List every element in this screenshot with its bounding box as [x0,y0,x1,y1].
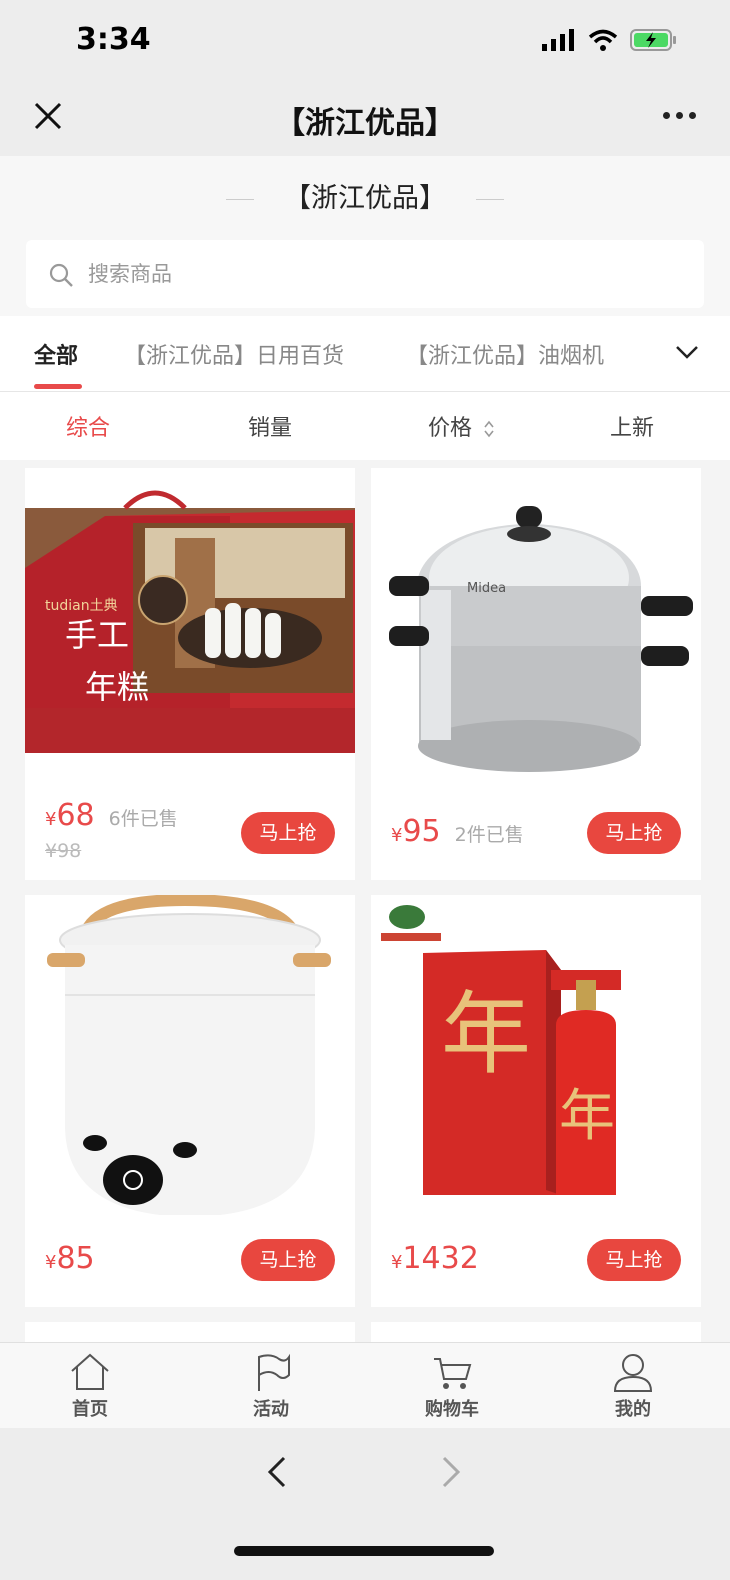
user-icon [613,1354,653,1392]
product-image-steamer[interactable]: Midea [371,468,701,788]
svg-text:手工: 手工 [65,616,129,654]
price-row: ¥95 2件已售 [391,814,524,849]
product-card[interactable]: tudian土典 手工 年糕 ¥68 6件已售 ¥98 马上抢 [25,468,355,880]
sold-count: 6件已售 [108,808,178,830]
buy-now-button[interactable]: 马上抢 [587,812,681,854]
svg-text:tudian土典: tudian土典 [45,598,118,614]
status-time: 3:34 [76,22,151,57]
sort-sales[interactable]: 销量 [248,410,292,442]
tab-label: 我的 [615,1399,651,1420]
sort-comprehensive[interactable]: 综合 [66,410,110,442]
tab-label: 首页 [72,1399,108,1420]
price-value: 68 [56,798,95,833]
svg-text:Midea: Midea [467,581,506,596]
home-indicator[interactable] [234,1546,494,1556]
sort-price-label: 价格 [428,416,473,441]
browser-toolbar [0,1428,730,1580]
divider [226,199,254,200]
nav-title: 【浙江优品】 [275,106,455,141]
status-bar: 3:34 [0,0,730,80]
tab-home[interactable]: 首页 [40,1351,140,1421]
sort-price[interactable]: 价格 [428,410,495,442]
sort-newest[interactable]: 上新 [610,410,654,442]
chevron-down-icon[interactable] [674,342,700,362]
wifi-icon [588,29,618,51]
product-image-rice-cake[interactable]: tudian土典 手工 年糕 [25,468,355,788]
tab-range-hood[interactable]: 【浙江优品】油烟机 [406,338,604,370]
price-value: 85 [56,1241,95,1276]
price-value: 1432 [402,1241,479,1276]
sort-bar: 综合 销量 价格 上新 [0,392,730,460]
sort-arrows-icon [484,420,494,438]
svg-text:年糕: 年糕 [85,668,149,706]
product-image-rice-cooker[interactable] [25,895,355,1215]
cart-icon [434,1358,472,1389]
price-row: ¥1432 [391,1241,479,1276]
shop-title-row: 【浙江优品】 [0,176,730,215]
bottom-tab-bar: 首页 活动 购物车 我的 [0,1342,730,1428]
product-card[interactable]: ¥85 马上抢 [25,895,355,1307]
original-price: ¥98 [45,840,82,862]
divider [476,199,504,200]
price-row: ¥85 [45,1241,95,1276]
forward-arrow-icon[interactable] [436,1452,466,1492]
product-card[interactable]: 年 年 ¥1432 马上抢 [371,895,701,1307]
tab-label: 购物车 [425,1399,479,1420]
sold-count: 2件已售 [454,824,524,846]
tab-mine[interactable]: 我的 [583,1351,683,1421]
search-input[interactable] [88,240,688,308]
product-image-liquor[interactable]: 年 年 [371,895,701,1215]
tab-daily-goods[interactable]: 【浙江优品】日用百货 [124,338,344,370]
buy-now-button[interactable]: 马上抢 [241,1239,335,1281]
nav-bar: 【浙江优品】 [0,80,730,156]
price-currency: ¥ [45,809,57,830]
back-arrow-icon[interactable] [262,1452,292,1492]
price-row: ¥68 6件已售 [45,798,178,833]
svg-text:年: 年 [559,1084,615,1149]
tab-all[interactable]: 全部 [34,338,78,370]
battery-icon [630,29,676,51]
shop-title: 【浙江优品】 [284,183,446,214]
buy-now-button[interactable]: 马上抢 [587,1239,681,1281]
price-currency: ¥ [391,1252,403,1273]
signal-icon [542,29,574,51]
more-icon[interactable] [663,112,696,119]
search-box[interactable] [26,240,704,308]
svg-text:年: 年 [441,982,531,1087]
tab-label: 活动 [253,1399,289,1420]
tab-cart[interactable]: 购物车 [402,1351,502,1421]
price-currency: ¥ [45,1252,57,1273]
price-currency: ¥ [391,825,403,846]
buy-now-button[interactable]: 马上抢 [241,812,335,854]
active-tab-indicator [34,384,82,389]
flag-icon [258,1353,290,1391]
category-tabs: 全部 【浙江优品】日用百货 【浙江优品】油烟机 [0,316,730,392]
price-value: 95 [402,814,441,849]
home-icon [71,1353,109,1390]
shop-header: 【浙江优品】 [0,156,730,316]
product-card[interactable]: Midea ¥95 2件已售 马上抢 [371,468,701,880]
product-card-partial[interactable] [25,1322,355,1342]
status-icons [542,28,678,52]
product-card-partial[interactable] [371,1322,701,1342]
search-icon [49,263,73,287]
tab-activity[interactable]: 活动 [221,1351,321,1421]
